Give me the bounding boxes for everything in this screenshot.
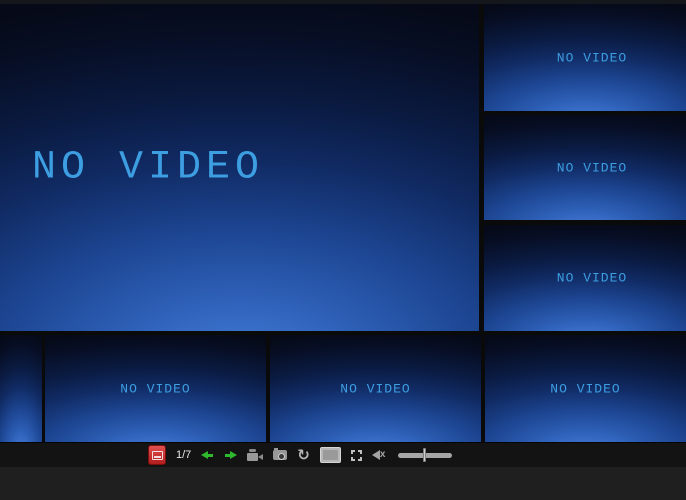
video-panel-bottom-middle[interactable]: NO VIDEO [270, 335, 481, 442]
mute-button[interactable]: x [372, 450, 388, 461]
volume-slider[interactable] [398, 448, 452, 462]
prev-page-button[interactable] [201, 451, 214, 460]
no-video-label: NO VIDEO [557, 160, 627, 175]
video-panel-bottom-left[interactable]: NO VIDEO [45, 335, 266, 442]
refresh-button[interactable]: ↻ [297, 449, 310, 462]
camcorder-icon [247, 453, 258, 461]
no-video-label: NO VIDEO [32, 145, 264, 190]
muted-speaker-icon [372, 450, 380, 460]
video-panel-right-bottom[interactable]: NO VIDEO [484, 225, 686, 331]
no-video-label: NO VIDEO [557, 50, 627, 65]
window-footer-area [0, 467, 686, 500]
no-video-label: NO VIDEO [120, 381, 190, 396]
video-panel-bottom-right[interactable]: NO VIDEO [485, 335, 686, 442]
video-panel-bottom-sliver[interactable] [0, 335, 42, 442]
screen-layout-icon [152, 451, 163, 460]
video-panel-main[interactable]: NO VIDEO [0, 4, 479, 331]
fullscreen-button[interactable] [351, 450, 362, 461]
no-video-label: NO VIDEO [340, 381, 410, 396]
video-panel-right-middle[interactable]: NO VIDEO [484, 115, 686, 220]
record-button[interactable] [247, 449, 263, 461]
no-video-label: NO VIDEO [550, 381, 620, 396]
right-arrow-icon [230, 451, 237, 459]
no-video-label: NO VIDEO [557, 271, 627, 286]
video-panel-right-top[interactable]: NO VIDEO [484, 4, 686, 111]
volume-handle[interactable] [423, 448, 426, 462]
next-page-button[interactable] [224, 451, 237, 460]
page-indicator: 1/7 [176, 449, 191, 461]
playback-toolbar: 1/7 ↻ x [0, 442, 686, 467]
snapshot-button[interactable] [273, 450, 287, 460]
fullscreen-icon [351, 450, 355, 454]
display-mode-button[interactable] [320, 447, 341, 463]
screen-layout-button[interactable] [148, 445, 166, 465]
